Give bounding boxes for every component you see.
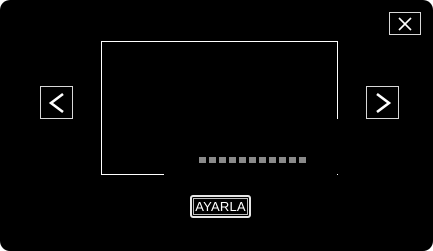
next-button[interactable] (366, 86, 399, 119)
progress-segment (219, 157, 226, 163)
progress-segment (239, 157, 246, 163)
frame-gap-right (336, 119, 338, 174)
close-button[interactable] (389, 12, 421, 35)
chevron-right-icon (373, 92, 393, 114)
chevron-left-icon (47, 92, 67, 114)
progress-segment (299, 157, 306, 163)
progress-segment (199, 157, 206, 163)
camera-settings-screen: AYARLA (0, 0, 433, 251)
set-button-label: AYARLA (195, 199, 246, 214)
progress-segment (229, 157, 236, 163)
progress-segment (289, 157, 296, 163)
progress-indicator (199, 157, 306, 163)
progress-segment (279, 157, 286, 163)
previous-button[interactable] (40, 86, 73, 119)
progress-segment (249, 157, 256, 163)
progress-segment (269, 157, 276, 163)
close-icon (397, 16, 413, 31)
preview-area (101, 41, 338, 175)
set-button[interactable]: AYARLA (190, 195, 251, 218)
progress-segment (209, 157, 216, 163)
frame-gap-bottom (164, 173, 337, 175)
progress-segment (259, 157, 266, 163)
